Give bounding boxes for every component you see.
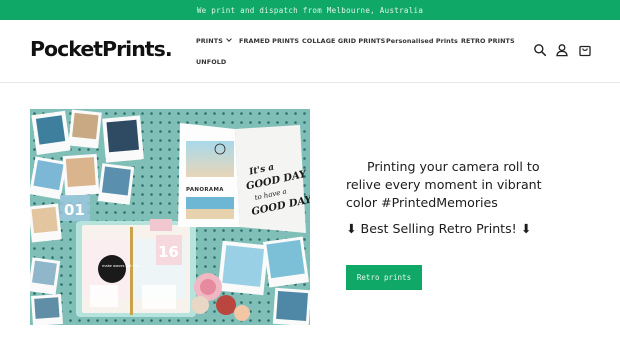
nav-item-label: PRINTS	[196, 37, 223, 45]
open-book: PANORAMA It's a GOOD DAY to have a GOOD …	[178, 123, 310, 233]
svg-text:01: 01	[64, 201, 85, 219]
cart-icon[interactable]	[578, 43, 592, 57]
nav-item-framed-prints[interactable]: FRAMED PRINTS	[239, 37, 299, 45]
announcement-bar: We print and dispatch from Melbourne, Au…	[0, 0, 620, 20]
hero-subline: ⬇ Best Selling Retro Prints! ⬇	[346, 221, 532, 236]
retro-prints-button[interactable]: Retro prints	[346, 265, 422, 290]
planner: 16 make waves not war	[76, 219, 196, 317]
nav-item-retro-prints[interactable]: RETRO PRINTS	[461, 37, 515, 45]
nav-item-unfold[interactable]: UNFOLD	[196, 58, 226, 66]
chevron-down-icon	[226, 36, 232, 42]
site-header: PocketPrints. PRINTS FRAMED PRINTS COLLA…	[0, 20, 620, 83]
hero-headline: Printing your camera roll to relive ever…	[346, 159, 542, 210]
hero-text-block: Printing your camera roll to relive ever…	[346, 158, 556, 236]
announcement-text: We print and dispatch from Melbourne, Au…	[196, 5, 424, 15]
nav-item-personalised-prints[interactable]: Personalised Prints	[386, 37, 458, 45]
nav-item-collage-grid-prints[interactable]: COLLAGE GRID PRINTS	[302, 37, 385, 45]
logo-text: PocketPrints	[30, 37, 166, 61]
svg-text:PANORAMA: PANORAMA	[186, 187, 224, 193]
logo-dot: .	[164, 37, 173, 61]
svg-text:16: 16	[158, 243, 179, 261]
account-icon[interactable]	[555, 43, 569, 57]
svg-text:make waves not war: make waves not war	[102, 264, 140, 268]
search-icon[interactable]	[533, 43, 547, 57]
badge-01: 01	[60, 195, 90, 221]
nav-item-prints[interactable]: PRINTS	[196, 36, 232, 45]
logo[interactable]: PocketPrints.	[30, 37, 173, 61]
hero-image: 01 16 make waves not war PANORAMA It's a…	[30, 109, 310, 325]
